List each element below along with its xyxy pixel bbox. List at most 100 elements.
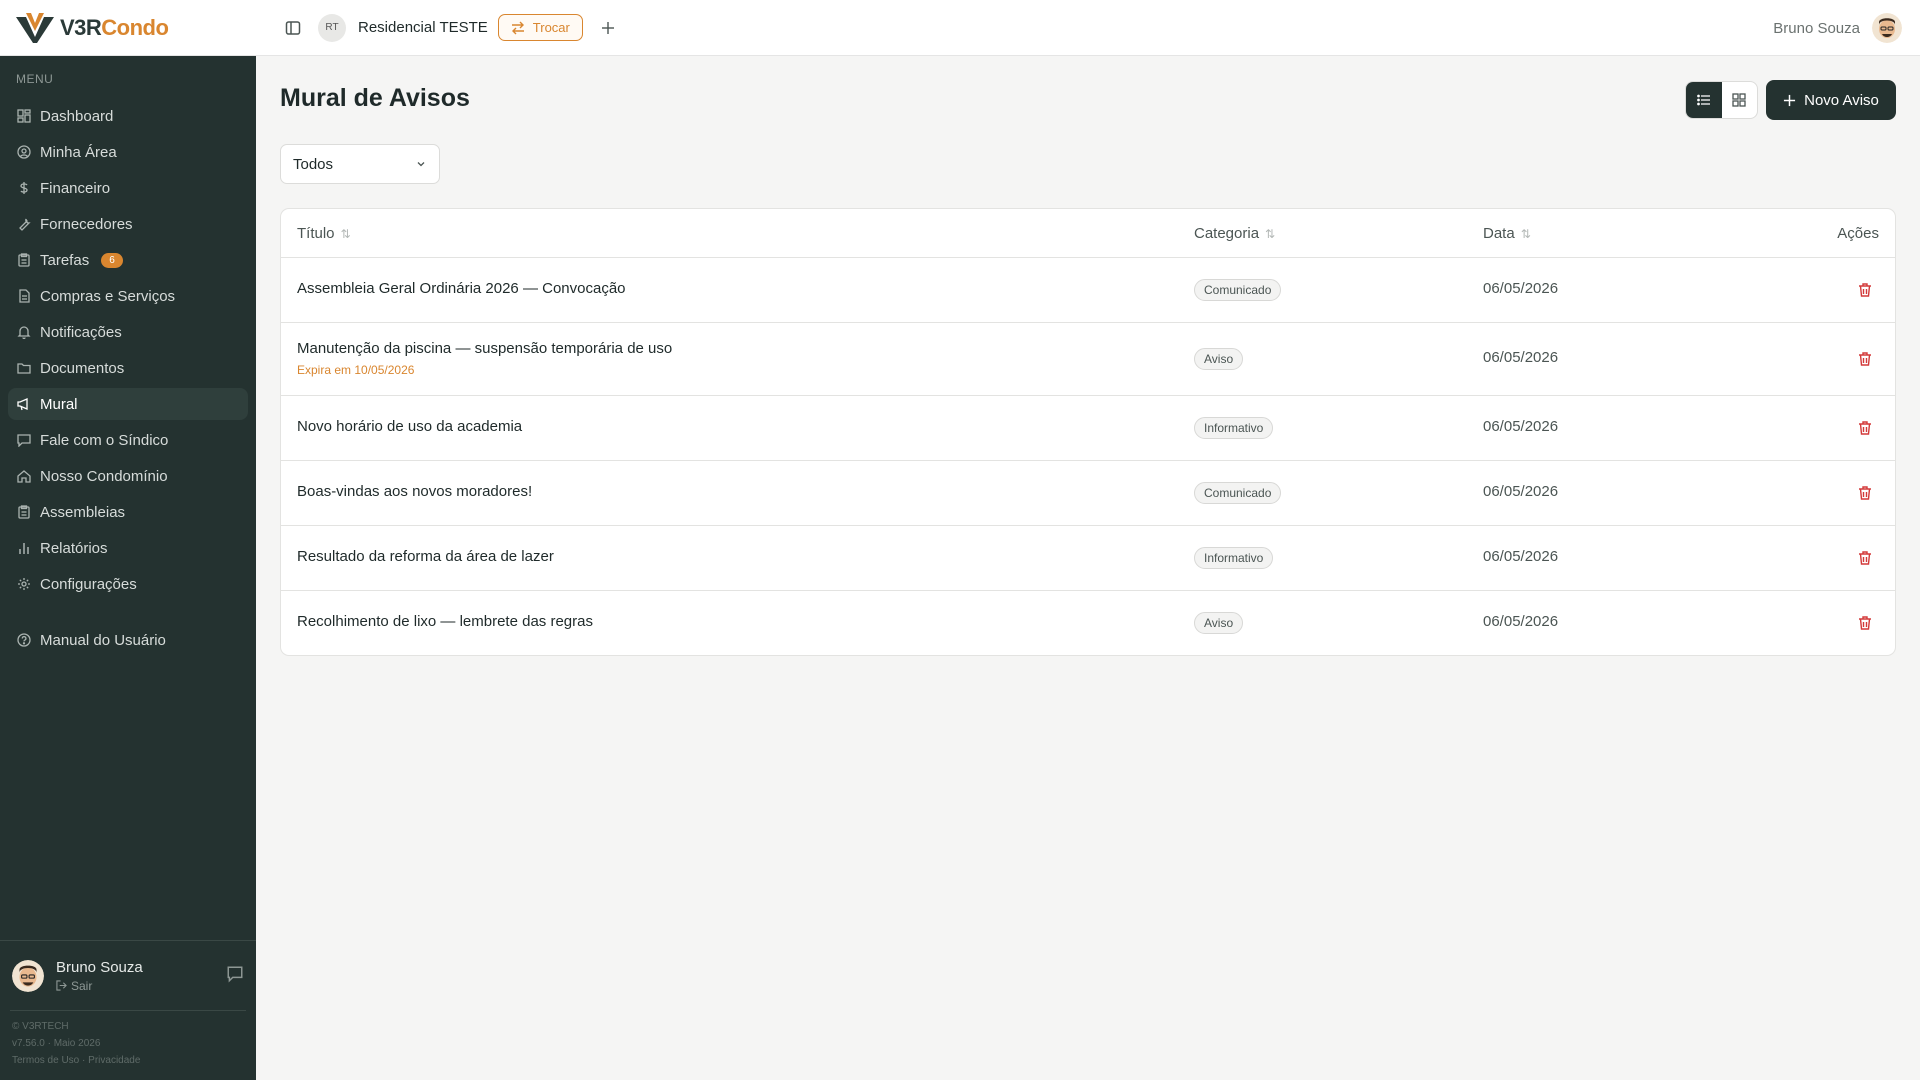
sidebar-item-documentos[interactable]: Documentos	[8, 352, 248, 384]
sidebar-item-label: Mural	[40, 395, 78, 413]
table-row[interactable]: Novo horário de uso da academia Informat…	[281, 396, 1895, 461]
document-icon	[16, 288, 32, 304]
notice-title[interactable]: Manutenção da piscina — suspensão tempor…	[297, 340, 672, 357]
category-badge: Comunicado	[1194, 279, 1282, 301]
notice-title[interactable]: Recolhimento de lixo — lembrete das regr…	[297, 613, 593, 630]
table-row[interactable]: Assembleia Geral Ordinária 2026 — Convoc…	[281, 258, 1895, 323]
sidebar-footer: © V3RTECH v7.56.0 · Maio 2026 Termos de …	[12, 1018, 140, 1069]
sidebar-item-label: Assembleias	[40, 503, 126, 521]
user-circle-icon	[16, 144, 32, 160]
sidebar-divider	[10, 1010, 246, 1011]
table-row[interactable]: Resultado da reforma da área de lazer In…	[281, 526, 1895, 591]
sidebar-item-manual[interactable]: Manual do Usuário	[8, 624, 248, 656]
category-filter-select[interactable]: Todos	[280, 144, 440, 184]
add-condo-icon[interactable]	[593, 13, 623, 43]
sidebar-item-label: Financeiro	[40, 179, 111, 197]
category-badge: Informativo	[1194, 417, 1274, 439]
grid-view-icon[interactable]	[1722, 82, 1758, 118]
sidebar-item-notificacoes[interactable]: Notificações	[8, 316, 248, 348]
footer-links: Termos de Uso · Privacidade	[12, 1052, 140, 1069]
column-date-label: Data	[1483, 225, 1515, 242]
sidebar-item-financeiro[interactable]: Financeiro	[8, 172, 248, 204]
column-header-date[interactable]: Data ⇅	[1483, 225, 1531, 242]
table-header: Título ⇅ Categoria ⇅ Data ⇅ Ações	[281, 209, 1895, 258]
top-bar: V3RCondo RT Residencial TESTE Trocar Bru…	[0, 0, 1920, 56]
sidebar-item-label: Relatórios	[40, 539, 108, 557]
notice-title[interactable]: Boas-vindas aos novos moradores!	[297, 483, 532, 500]
sidebar-item-label: Fale com o Síndico	[40, 431, 169, 449]
logout-link[interactable]: Sair	[56, 979, 143, 993]
sidebar-item-relatorios[interactable]: Relatórios	[8, 532, 248, 564]
menu-label: MENU	[16, 72, 54, 86]
delete-trash-icon[interactable]	[1855, 483, 1875, 503]
new-notice-button[interactable]: Novo Aviso	[1766, 80, 1896, 120]
tasks-count-badge: 6	[101, 252, 123, 268]
sidebar-item-tarefas[interactable]: Tarefas 6	[8, 244, 248, 276]
notice-date: 06/05/2026	[1483, 418, 1559, 435]
sidebar-item-nosso-condominio[interactable]: Nosso Condomínio	[8, 460, 248, 492]
top-user-menu[interactable]: Bruno Souza	[1773, 0, 1902, 56]
view-toggle	[1685, 81, 1758, 119]
list-view-icon[interactable]	[1686, 82, 1722, 118]
column-actions-label: Ações	[1837, 225, 1879, 242]
delete-trash-icon[interactable]	[1855, 418, 1875, 438]
footer-version: v7.56.0 · Maio 2026	[12, 1038, 101, 1049]
sidebar-item-minha-area[interactable]: Minha Área	[8, 136, 248, 168]
sidebar-item-label: Nosso Condomínio	[40, 467, 168, 485]
delete-trash-icon[interactable]	[1855, 349, 1875, 369]
notice-date: 06/05/2026	[1483, 349, 1559, 366]
chat-icon	[16, 432, 32, 448]
notice-date: 06/05/2026	[1483, 280, 1559, 297]
column-header-category[interactable]: Categoria ⇅	[1194, 225, 1275, 242]
sort-icon: ⇅	[1520, 226, 1531, 241]
logout-label: Sair	[71, 978, 93, 993]
sidebar: MENU Dashboard Minha Área Financeiro For…	[0, 56, 256, 1080]
sidebar-item-assembleias[interactable]: Assembleias	[8, 496, 248, 528]
column-title-label: Título	[297, 225, 335, 242]
sidebar-item-label: Notificações	[40, 323, 122, 341]
terms-link[interactable]: Termos de Uso	[12, 1055, 79, 1066]
table-row[interactable]: Recolhimento de lixo — lembrete das regr…	[281, 591, 1895, 655]
dashboard-icon	[16, 108, 32, 124]
privacy-link[interactable]: Privacidade	[88, 1055, 140, 1066]
sidebar-item-label: Minha Área	[40, 143, 117, 161]
user-avatar[interactable]	[1872, 13, 1902, 43]
bar-chart-icon	[16, 540, 32, 556]
sidebar-item-fale-sindico[interactable]: Fale com o Síndico	[8, 424, 248, 456]
sidebar-user-avatar[interactable]	[12, 959, 44, 992]
footer-separator: ·	[82, 1055, 86, 1066]
table-row[interactable]: Boas-vindas aos novos moradores! Comunic…	[281, 461, 1895, 526]
chat-bubble-icon[interactable]	[226, 965, 244, 988]
category-badge: Aviso	[1194, 348, 1244, 370]
switch-condo-button[interactable]: Trocar	[497, 14, 583, 41]
category-badge: Comunicado	[1194, 482, 1282, 504]
folder-icon	[16, 360, 32, 376]
sidebar-item-label: Tarefas	[40, 251, 90, 269]
sidebar-toggle-icon[interactable]	[278, 13, 308, 43]
notice-date: 06/05/2026	[1483, 613, 1559, 630]
notice-title[interactable]: Novo horário de uso da academia	[297, 418, 522, 435]
sidebar-item-label: Documentos	[40, 359, 125, 377]
logo-text: V3RCondo	[60, 14, 169, 40]
category-badge: Aviso	[1194, 612, 1244, 634]
sidebar-item-mural[interactable]: Mural	[8, 388, 248, 420]
sidebar-item-fornecedores[interactable]: Fornecedores	[8, 208, 248, 240]
condo-avatar: RT	[318, 13, 346, 42]
notice-date: 06/05/2026	[1483, 548, 1559, 565]
plus-icon	[1784, 94, 1796, 106]
sort-icon: ⇅	[1265, 226, 1276, 241]
clipboard-icon	[16, 252, 32, 268]
table-row[interactable]: Manutenção da piscina — suspensão tempor…	[281, 323, 1895, 396]
notice-title[interactable]: Resultado da reforma da área de lazer	[297, 548, 554, 565]
switch-condo-label: Trocar	[532, 20, 570, 35]
delete-trash-icon[interactable]	[1855, 280, 1875, 300]
delete-trash-icon[interactable]	[1855, 613, 1875, 633]
sidebar-item-compras[interactable]: Compras e Serviços	[8, 280, 248, 312]
notice-title[interactable]: Assembleia Geral Ordinária 2026 — Convoc…	[297, 280, 626, 297]
column-header-title[interactable]: Título ⇅	[297, 225, 351, 242]
delete-trash-icon[interactable]	[1855, 548, 1875, 568]
sidebar-item-configuracoes[interactable]: Configurações	[8, 568, 248, 600]
sidebar-item-dashboard[interactable]: Dashboard	[8, 100, 248, 132]
brand-logo[interactable]: V3RCondo	[0, 0, 256, 56]
category-badge: Informativo	[1194, 547, 1274, 569]
